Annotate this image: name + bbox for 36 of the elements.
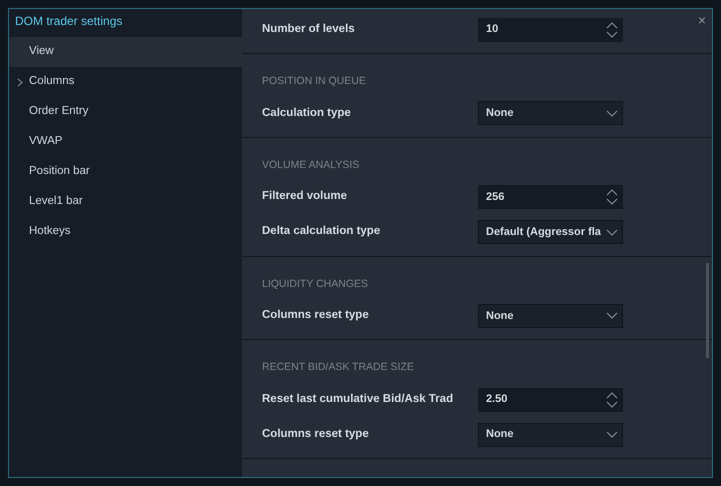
spinner-icon[interactable]: [606, 20, 618, 38]
caret-icon[interactable]: [606, 110, 618, 117]
sidebar-item[interactable]: Position bar: [9, 157, 242, 187]
field-label: Number of levels: [262, 22, 356, 37]
dropdown[interactable]: None: [478, 422, 623, 446]
dropdown[interactable]: None: [478, 304, 623, 328]
number-field[interactable]: 10: [478, 18, 623, 42]
sidebar-item[interactable]: View: [9, 37, 242, 67]
sidebar-item[interactable]: Columns: [9, 67, 242, 97]
caret-icon[interactable]: [606, 312, 618, 320]
field-label: Columns reset type: [262, 426, 370, 442]
caret-icon[interactable]: [606, 228, 618, 236]
field-label: Filtered volume: [262, 189, 348, 204]
section-header: RECENT BID/ASK TRADE SIZE: [262, 360, 415, 376]
spinner-icon[interactable]: [606, 390, 618, 408]
sidebar-item[interactable]: Level1 bar: [9, 187, 242, 217]
spinner-icon[interactable]: [606, 188, 618, 206]
section-header: POSITION IN QUEUE: [262, 74, 367, 89]
section-header: VOLUME ANALYSIS: [262, 158, 360, 173]
caret-icon[interactable]: [606, 431, 618, 438]
sidebar-item[interactable]: Hotkeys: [9, 217, 242, 247]
dropdown[interactable]: None: [478, 101, 623, 126]
dialog-title: DOM trader settings: [14, 13, 124, 30]
chevron-icon[interactable]: [17, 78, 23, 87]
field-label: Delta calculation type: [262, 224, 382, 240]
section-header: LIQUIDITY CHANGES: [262, 276, 369, 292]
field-label: Reset last cumulative Bid/Ask Trad: [262, 392, 454, 407]
field-label: Calculation type: [262, 106, 352, 121]
dropdown[interactable]: Default (Aggressor fla: [478, 220, 623, 244]
field-label: Columns reset type: [262, 308, 370, 324]
sidebar-item[interactable]: VWAP: [9, 127, 242, 157]
number-field[interactable]: 256: [478, 185, 623, 209]
scrollbar-thumb[interactable]: [706, 263, 709, 358]
number-field[interactable]: 2.50: [478, 388, 623, 412]
sidebar-item[interactable]: Order Entry: [9, 97, 242, 127]
close-button[interactable]: ×: [698, 13, 706, 27]
